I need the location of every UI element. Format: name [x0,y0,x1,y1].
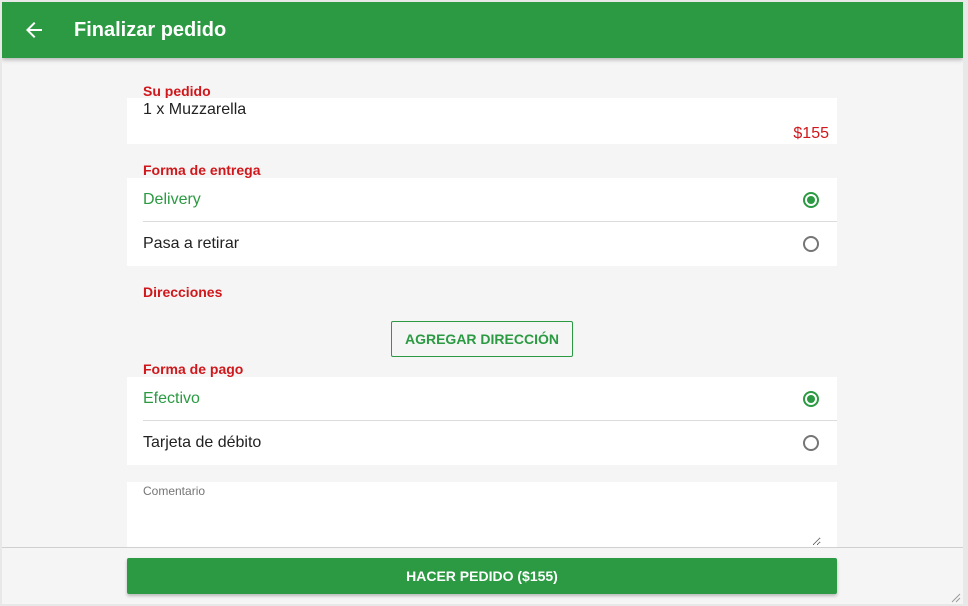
delivery-option-label: Delivery [143,191,201,208]
add-address-button[interactable]: AGREGAR DIRECCIÓN [391,321,573,357]
order-item: 1 x Muzzarella [143,101,247,118]
payment-option-label: Efectivo [143,390,200,407]
radio-selected-icon[interactable] [803,192,819,208]
footer-bar: HACER PEDIDO ($155) [2,547,963,604]
radio-selected-icon[interactable] [803,391,819,407]
payment-option-debit-card[interactable]: Tarjeta de débito [127,421,837,465]
app-window: Finalizar pedido Su pedido 1 x Muzzarell… [2,2,963,604]
payment-option-label: Tarjeta de débito [143,434,262,451]
payment-options-card: Efectivo Tarjeta de débito [127,377,837,465]
delivery-option-label: Pasa a retirar [143,235,240,252]
comment-textarea[interactable] [143,500,821,546]
place-order-button[interactable]: HACER PEDIDO ($155) [127,558,837,594]
payment-section-label: Forma de pago [143,361,244,377]
radio-unselected-icon[interactable] [803,435,819,451]
addresses-section-label: Direcciones [143,284,223,300]
order-total: $155 [793,125,829,142]
order-summary-card: 1 x Muzzarella $155 [127,98,837,144]
comment-label: Comentario [143,484,206,498]
arrow-back-icon[interactable] [22,18,46,42]
delivery-option-delivery[interactable]: Delivery [127,178,837,222]
app-bar: Finalizar pedido [2,2,963,58]
delivery-section-label: Forma de entrega [143,162,261,178]
comment-field: Comentario [127,482,837,550]
radio-unselected-icon[interactable] [803,236,819,252]
delivery-options-card: Delivery Pasa a retirar [127,178,837,266]
payment-option-cash[interactable]: Efectivo [127,377,837,421]
resize-grip-icon[interactable] [949,590,961,603]
order-section-label: Su pedido [143,83,211,99]
page-title: Finalizar pedido [74,19,227,41]
delivery-option-pickup[interactable]: Pasa a retirar [127,222,837,266]
